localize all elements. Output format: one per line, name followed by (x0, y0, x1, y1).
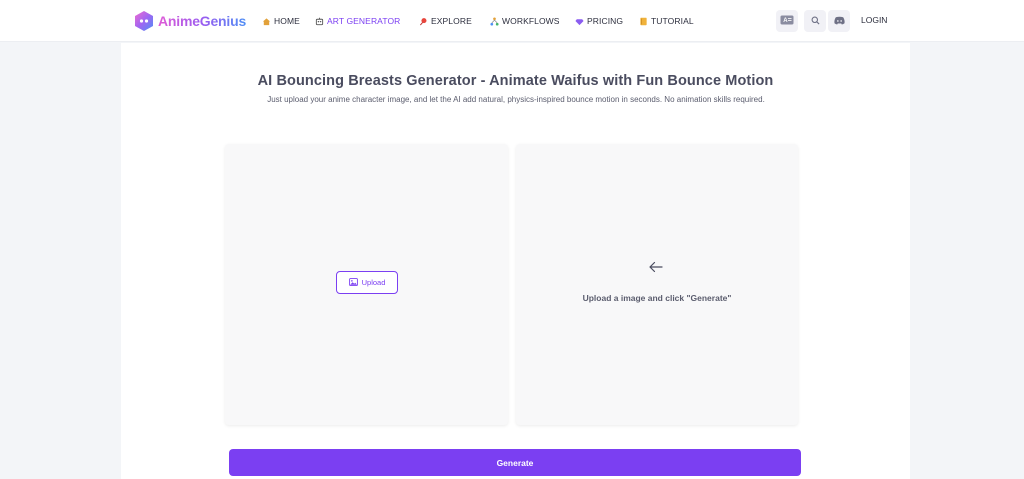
image-icon (348, 277, 358, 288)
language-icon: A (780, 12, 794, 30)
main-content: AI Bouncing Breasts Generator - Animate … (121, 43, 910, 479)
book-icon (639, 17, 648, 26)
nav-item-art-generator[interactable]: ART GENERATOR (315, 14, 400, 28)
arrow-left-icon (648, 260, 664, 274)
page-subtitle: Just upload your anime character image, … (267, 95, 765, 104)
pin-icon (419, 17, 428, 26)
upload-button[interactable]: Upload (336, 271, 398, 294)
nav-item-home[interactable]: HOME (262, 14, 300, 28)
search-button[interactable] (804, 10, 826, 32)
home-icon (262, 17, 271, 26)
workflow-icon (490, 16, 499, 26)
nav-item-label: EXPLORE (431, 16, 472, 26)
nav-item-explore[interactable]: EXPLORE (419, 14, 472, 28)
top-header: AnimeGenius HOME ART GENERATOR EXPLORE W… (0, 0, 1024, 42)
upload-panel[interactable]: Upload (225, 144, 508, 425)
robot-icon (315, 17, 324, 26)
result-panel: Upload a image and click "Generate" (516, 144, 798, 425)
result-placeholder-message: Upload a image and click "Generate" (582, 293, 732, 303)
nav-item-label: WORKFLOWS (502, 16, 560, 26)
diamond-icon (575, 17, 584, 26)
upload-label: Upload (361, 278, 386, 287)
nav-item-label: HOME (274, 16, 300, 26)
discord-button[interactable] (828, 10, 850, 32)
svg-text:A: A (783, 18, 788, 24)
nav-item-tutorial[interactable]: TUTORIAL (639, 14, 694, 28)
discord-icon (833, 12, 845, 30)
page-title: AI Bouncing Breasts Generator - Animate … (257, 73, 774, 89)
nav-item-label: PRICING (587, 16, 624, 26)
nav-item-label: TUTORIAL (651, 16, 694, 26)
search-icon (811, 12, 820, 30)
nav-item-pricing[interactable]: PRICING (575, 14, 623, 28)
nav-item-workflows[interactable]: WORKFLOWS (490, 14, 560, 28)
nav-item-label: ART GENERATOR (327, 16, 401, 26)
login-link[interactable]: LOGIN (861, 15, 887, 25)
language-button[interactable]: A (776, 10, 798, 32)
generate-button[interactable]: Generate (229, 449, 801, 476)
